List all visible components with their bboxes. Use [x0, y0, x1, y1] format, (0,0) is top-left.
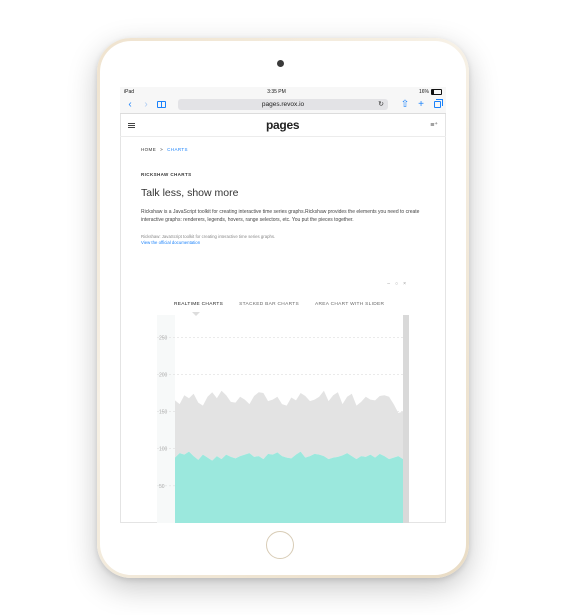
page-content: HOME > CHARTS RICKSHAW CHARTS Talk less,…: [120, 147, 446, 246]
area-series-bottom: [175, 451, 403, 523]
hamburger-menu-icon[interactable]: [128, 122, 135, 128]
breadcrumb: HOME > CHARTS: [141, 147, 425, 152]
status-bar: iPad 3:35 PM 16%: [120, 87, 446, 96]
url-text: pages.revox.io: [261, 101, 305, 108]
section-label: RICKSHAW CHARTS: [141, 172, 192, 177]
address-bar[interactable]: pages.revox.io ↻: [178, 99, 388, 110]
chart-svg: 250 200 150 100 50: [157, 315, 409, 523]
documentation-link[interactable]: View the official documentation: [141, 240, 425, 246]
site-header: pages ≡⁺: [120, 114, 446, 137]
area-series-top: [175, 390, 403, 461]
chart-left-strip: [157, 315, 175, 523]
forward-icon[interactable]: ›: [141, 99, 151, 110]
chart-tabs: REALTIME CHARTS STACKED BAR CHARTS AREA …: [166, 302, 392, 307]
breadcrumb-home[interactable]: HOME: [141, 147, 156, 152]
page-description: Rickshaw is a JavaScript toolkit for cre…: [141, 209, 420, 223]
bookmarks-icon[interactable]: [157, 101, 166, 108]
collapse-icon[interactable]: –: [387, 281, 390, 287]
tabs-icon[interactable]: [434, 99, 443, 108]
breadcrumb-separator: >: [160, 147, 164, 152]
back-icon[interactable]: ‹: [125, 99, 135, 110]
y-tick-label: 250: [159, 335, 168, 341]
y-tick-label: 100: [159, 447, 168, 453]
y-tick-label: 200: [159, 372, 168, 378]
status-time: 3:35 PM: [267, 88, 286, 95]
tab-area-chart-slider[interactable]: AREA CHART WITH SLIDER: [307, 302, 392, 307]
home-button[interactable]: [266, 531, 294, 559]
site-logo[interactable]: pages: [266, 118, 299, 132]
reload-icon[interactable]: ↻: [378, 100, 384, 108]
y-tick-label: 150: [159, 410, 168, 416]
new-tab-icon[interactable]: +: [416, 99, 426, 110]
close-icon[interactable]: ×: [403, 281, 406, 287]
battery-icon: [431, 88, 442, 95]
chart-range-handle: [403, 315, 409, 523]
breadcrumb-current: CHARTS: [167, 147, 188, 152]
user-menu-icon[interactable]: ≡⁺: [430, 121, 438, 129]
page-title: Talk less, show more: [141, 187, 239, 199]
status-carrier: iPad: [124, 88, 135, 95]
tab-stacked-bar-charts[interactable]: STACKED BAR CHARTS: [231, 302, 307, 307]
tab-realtime-charts[interactable]: REALTIME CHARTS: [166, 302, 231, 307]
y-tick-label: 50: [159, 484, 165, 490]
panel-controls: – ○ ×: [387, 281, 406, 287]
realtime-chart: 250 200 150 100 50: [157, 315, 409, 523]
safari-toolbar: ‹ › pages.revox.io ↻ ⇧ +: [120, 96, 446, 114]
front-camera: [277, 60, 284, 67]
status-battery: 16%: [418, 88, 442, 95]
refresh-icon[interactable]: ○: [395, 281, 398, 287]
ipad-screen: iPad 3:35 PM 16% ‹ › pages.revox.io ↻ ⇧ …: [120, 87, 446, 523]
share-icon[interactable]: ⇧: [400, 99, 410, 110]
battery-percent: 16%: [418, 88, 429, 95]
